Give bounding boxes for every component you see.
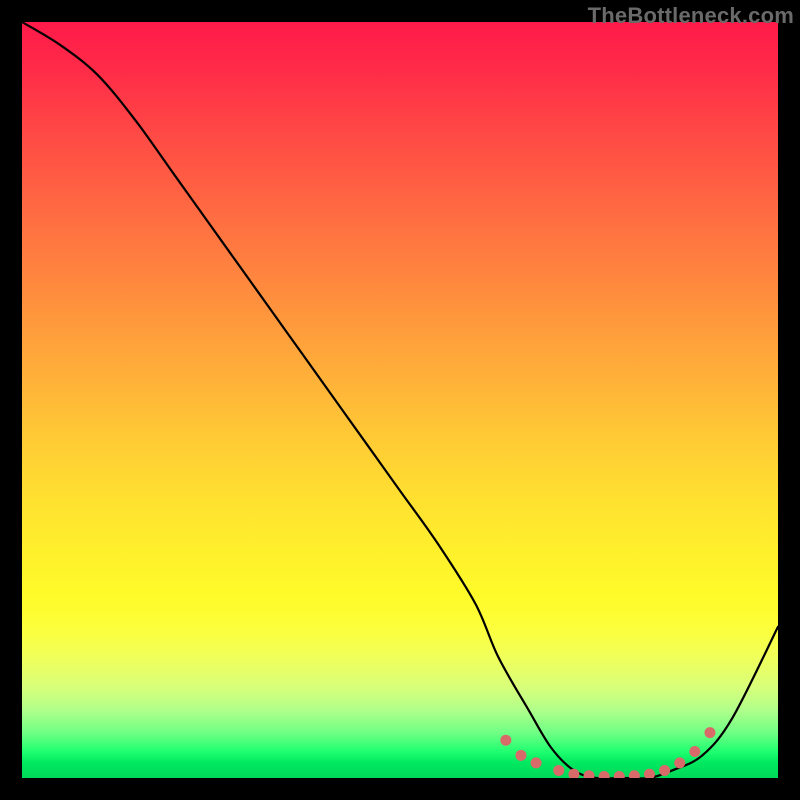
highlight-dot (689, 746, 700, 757)
highlight-dot (553, 765, 564, 776)
chart-container: TheBottleneck.com (0, 0, 800, 800)
highlight-dot (531, 757, 542, 768)
highlight-dot (500, 735, 511, 746)
watermark-text: TheBottleneck.com (588, 3, 794, 29)
highlight-dot (644, 769, 655, 778)
plot-area (22, 22, 778, 778)
highlight-dot (584, 770, 595, 778)
bottleneck-curve-line (22, 22, 778, 778)
highlight-dot (614, 771, 625, 778)
curve-svg (22, 22, 778, 778)
highlight-dot (599, 771, 610, 778)
highlight-dot (659, 765, 670, 776)
highlight-dot (515, 750, 526, 761)
highlight-dot (704, 727, 715, 738)
highlight-dots-group (500, 727, 715, 778)
highlight-dot (674, 757, 685, 768)
highlight-dot (629, 770, 640, 778)
highlight-dot (568, 769, 579, 778)
